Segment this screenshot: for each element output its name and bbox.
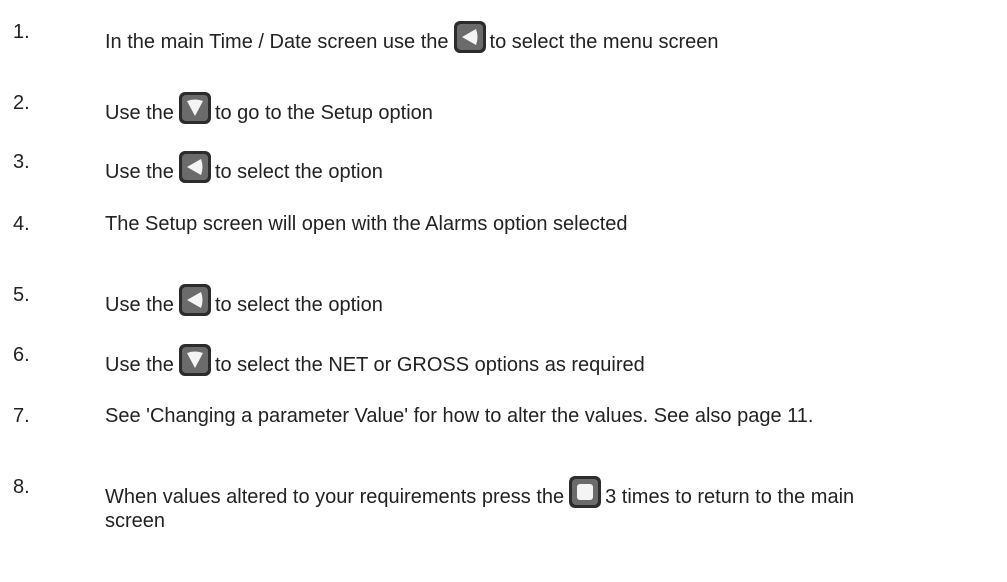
- step-text-before: In the main Time / Date screen use the: [105, 31, 449, 53]
- step-text: See 'Changing a parameter Value' for how…: [105, 405, 814, 427]
- step-number: 2.: [13, 92, 30, 114]
- step-number: 8.: [13, 476, 30, 498]
- down-arrow-button-icon: [178, 343, 212, 377]
- left-arrow-button-icon: [178, 283, 212, 317]
- step-number: 5.: [13, 284, 30, 306]
- step-number: 3.: [13, 151, 30, 173]
- step-text-before: Use the: [105, 161, 174, 183]
- step-text-before: Use the: [105, 294, 174, 316]
- step-text-before: Use the: [105, 354, 174, 376]
- step-number: 7.: [13, 405, 30, 427]
- step-text: Use the to select the NET or GROSS optio…: [105, 343, 995, 377]
- step-text-after: to select the menu screen: [489, 31, 719, 53]
- step-text: The Setup screen will open with the Alar…: [105, 213, 628, 235]
- step-text-before: When values altered to your requirements…: [105, 486, 565, 508]
- step-text-after: to select the option: [214, 294, 383, 316]
- step-text: In the main Time / Date screen use the t…: [105, 20, 995, 54]
- step-text-after: to select the option: [214, 161, 383, 183]
- step-text: When values altered to your requirements…: [105, 475, 905, 533]
- step-number: 6.: [13, 344, 30, 366]
- step-text: Use the to select the option: [105, 150, 995, 184]
- step-text-after: to select the NET or GROSS options as re…: [214, 354, 645, 376]
- instruction-page: 1. In the main Time / Date screen use th…: [0, 0, 1007, 582]
- left-arrow-button-icon: [178, 150, 212, 184]
- square-button-icon: [568, 475, 602, 509]
- step-text-before: Use the: [105, 102, 174, 124]
- step-text-after: to go to the Setup option: [214, 102, 433, 124]
- left-arrow-button-icon: [453, 20, 487, 54]
- down-arrow-button-icon: [178, 91, 212, 125]
- step-number: 1.: [13, 21, 30, 43]
- step-number: 4.: [13, 213, 30, 235]
- step-text: Use the to select the option: [105, 283, 995, 317]
- step-text: Use the to go to the Setup option: [105, 91, 995, 125]
